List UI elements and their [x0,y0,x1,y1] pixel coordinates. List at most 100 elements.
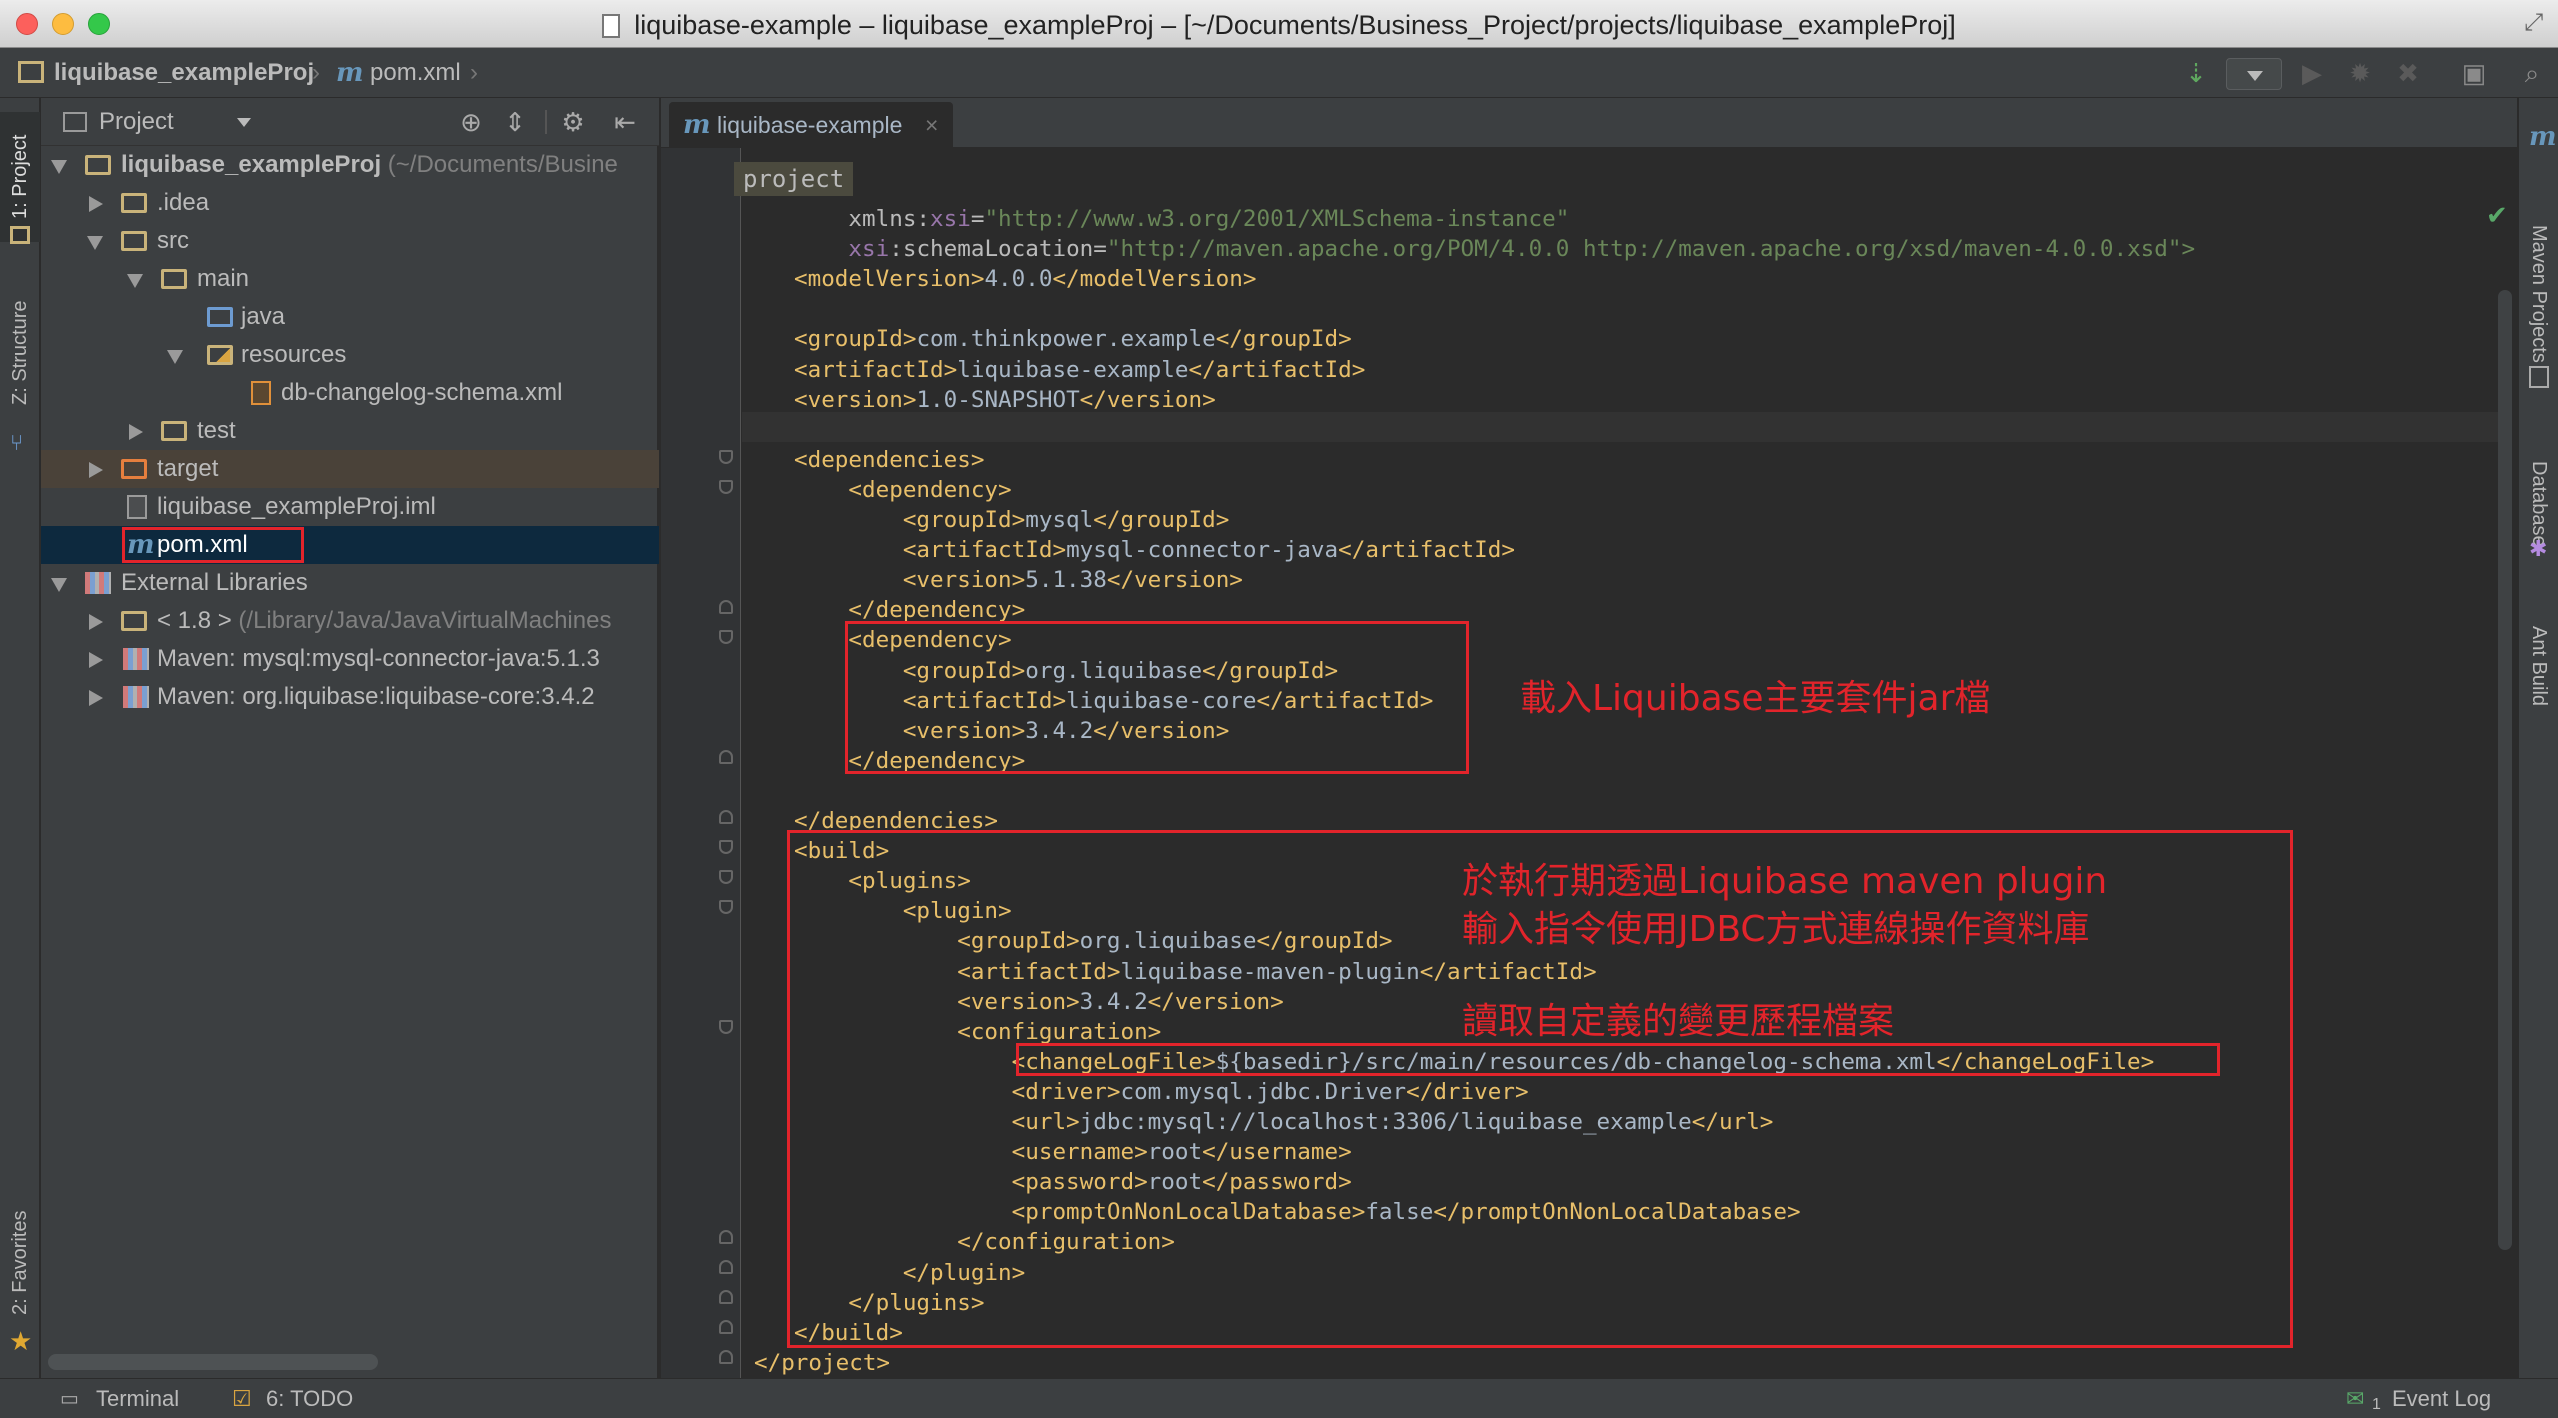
view-dropdown-icon[interactable] [237,118,251,127]
tree-item-maven-liquibase[interactable]: Maven: org.liquibase:liquibase-core:3.4.… [41,678,659,716]
fold-marker-icon[interactable] [719,630,733,644]
excluded-folder-icon [121,459,147,479]
folder-icon [161,269,187,289]
code-token: </groupId> [1202,657,1339,684]
expand-arrow-icon[interactable] [89,196,103,212]
code-token: </artifactId> [1188,356,1366,383]
tree-item-src[interactable]: src [41,222,659,260]
folder-icon [161,421,187,441]
maven-file-icon: m [683,110,711,140]
coverage-icon[interactable]: ✖ [2392,57,2424,89]
fold-marker-icon[interactable] [719,750,733,764]
expand-arrow-icon[interactable] [89,614,103,630]
fold-marker-icon[interactable] [719,1260,733,1274]
tree-item-jdk[interactable]: < 1.8 > (/Library/Java/JavaVirtualMachin… [41,602,659,640]
xml-breadcrumb-tag[interactable]: project [734,162,854,196]
expand-arrow-icon[interactable] [129,424,143,440]
tree-item-iml[interactable]: liquibase_exampleProj.iml [41,488,659,526]
tree-item-project-root[interactable]: liquibase_exampleProj (~/Documents/Busin… [41,146,659,184]
code-token: <promptOnNonLocalDatabase> [794,1199,1366,1226]
collapse-all-icon[interactable]: ⇕ [499,106,531,138]
project-structure-icon[interactable]: ▣ [2458,57,2490,89]
code-line: </dependency> [794,746,1025,776]
tree-item-pom-xml[interactable]: m pom.xml [41,526,659,564]
hide-panel-icon[interactable]: ⇤ [609,106,641,138]
tree-item-java[interactable]: java [41,298,659,336]
fullscreen-icon[interactable]: ⤢ [2524,10,2550,36]
code-line: <modelVersion>4.0.0</modelVersion> [794,264,1257,294]
code-line: <url>jdbc:mysql://localhost:3306/liquiba… [794,1107,1774,1137]
tree-item-external-libraries[interactable]: External Libraries [41,564,659,602]
code-token: xsi [848,236,890,263]
library-icon [123,686,149,708]
fold-marker-icon[interactable] [719,600,733,614]
expand-arrow-icon[interactable] [89,652,103,668]
code-token: <artifactId> [794,537,1067,564]
code-token: <configuration> [794,1018,1162,1045]
fold-marker-icon[interactable] [719,870,733,884]
tree-item-maven-mysql[interactable]: Maven: mysql:mysql-connector-java:5.1.3 [41,640,659,678]
expand-arrow-icon[interactable] [51,578,67,592]
code-token: </artifactId> [1419,958,1597,985]
close-tab-icon[interactable]: × [925,102,938,148]
tool-tab-favorites[interactable]: 2: Favorites [0,1188,40,1338]
fold-marker-icon[interactable] [719,450,733,464]
tree-item-changelog-xml[interactable]: db-changelog-schema.xml [41,374,659,412]
tree-item-resources[interactable]: resources [41,336,659,374]
tree-item-label: src [157,227,189,254]
expand-arrow-icon[interactable] [87,236,103,250]
fold-marker-icon[interactable] [719,1290,733,1304]
plugin-note-line1: 於執行期透過Liquibase maven plugin [1462,861,2108,902]
run-icon[interactable]: ▶ [2296,57,2328,89]
code-editor[interactable]: xmlns:xsi="http://www.w3.org/2001/XMLSch… [742,148,2518,1378]
debug-icon[interactable]: ✹ [2344,57,2376,89]
fold-marker-icon[interactable] [719,840,733,854]
status-bar: ▭ Terminal ☑ 6: TODO ✉ 1 Event Log [0,1378,2558,1418]
project-horizontal-scrollbar[interactable] [48,1354,378,1370]
run-config-dropdown[interactable] [2226,58,2282,90]
tool-tab-maven-projects[interactable]: Maven Projects [2519,154,2558,434]
tree-item-main[interactable]: main [41,260,659,298]
expand-arrow-icon[interactable] [127,274,143,288]
expand-arrow-icon[interactable] [89,690,103,706]
code-token: <version> [794,386,917,413]
build-icon[interactable]: ⇣ [2180,57,2212,89]
fold-marker-icon[interactable] [719,1320,733,1334]
expand-arrow-icon[interactable] [89,462,103,478]
tool-tab-ant-build[interactable]: Ant Build [2519,566,2558,766]
fold-marker-icon[interactable] [719,900,733,914]
tree-item-label: test [197,417,236,444]
tree-item-test[interactable]: test [41,412,659,450]
project-view-label[interactable]: Project [99,106,174,138]
fold-marker-icon[interactable] [719,480,733,494]
fold-marker-icon[interactable] [719,1350,733,1364]
terminal-tab[interactable]: Terminal [96,1379,179,1418]
editor-tab-pom[interactable]: m liquibase-example × [669,102,953,148]
expand-arrow-icon[interactable] [51,160,67,174]
locate-file-icon[interactable]: ⊕ [455,106,487,138]
expand-arrow-icon[interactable] [167,350,183,364]
nav-crumb-file[interactable]: pom.xml [370,58,461,88]
code-line: <artifactId>liquibase-core</artifactId> [794,686,1434,716]
fold-marker-icon[interactable] [719,1230,733,1244]
tool-tab-structure[interactable]: Z: Structure [0,278,40,428]
todo-tab[interactable]: 6: TODO [266,1379,353,1418]
code-line: </project> [754,1348,890,1378]
search-everywhere-icon[interactable]: ⌕ [2516,57,2548,89]
tree-item-target[interactable]: target [41,450,659,488]
project-folder-icon [18,61,44,83]
tree-item-idea[interactable]: .idea [41,184,659,222]
fold-marker-icon[interactable] [719,1020,733,1034]
core-dependency-note: 載入Liquibase主要套件jar檔 [1520,678,1991,719]
editor-vertical-scrollbar[interactable] [2498,290,2512,1250]
code-token: liquibase-example [957,356,1189,383]
nav-crumb-project[interactable]: liquibase_exampleProj [54,58,314,88]
maven-file-icon: m [127,530,155,560]
code-token: </groupId> [1093,507,1230,533]
tool-tab-project[interactable]: 1: Project [0,112,40,242]
code-token: </dependency> [794,747,1026,774]
gear-icon[interactable]: ⚙ [557,106,589,138]
event-log-tab[interactable]: Event Log [2392,1379,2491,1418]
fold-marker-icon[interactable] [719,810,733,824]
ant-icon: ✱ [2529,536,2548,561]
